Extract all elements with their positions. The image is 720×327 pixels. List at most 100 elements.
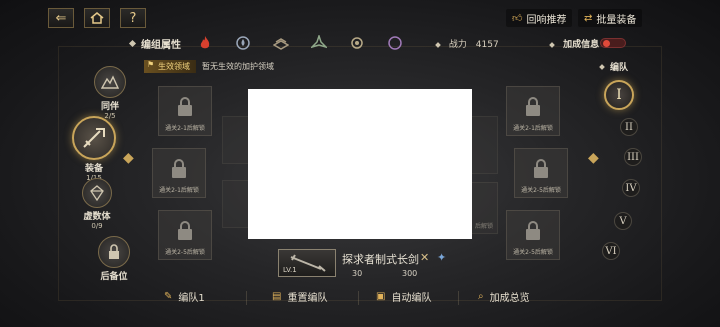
slot-unlock-text: 后解锁 [474,223,493,230]
element-bar: 编组属性 战力 4157 加成信息 [128,33,630,53]
search-icon: ⌕ [478,291,484,302]
diamond-icon [549,41,555,48]
locked-slot[interactable]: 通关2-5后解锁 [158,210,212,260]
team-button-1[interactable]: I [604,80,634,110]
divider [358,291,359,305]
power-value: 4157 [475,39,499,50]
lock-icon [526,221,540,240]
bonus-label: 加成信息 [563,39,600,50]
left-chevron-icon: ◆ [123,150,134,166]
power-display: 战力 4157 [435,37,499,50]
auto-team-button[interactable]: ▣ 自动编队 [376,289,431,304]
light-element-icon[interactable] [347,33,367,53]
team-title: 编队 [599,60,628,73]
weapon-name: 探求者制式长剑 [342,253,419,266]
weapon-stat-hp: 300 [402,269,418,278]
lock-icon [172,159,186,178]
reset-icon: ▤ [272,291,282,302]
lock-icon [526,97,540,116]
inner-slot: 后解锁 [470,182,498,234]
weapon-card[interactable]: LV.1 [278,249,336,277]
nav-companion-label: 同伴 [100,102,119,112]
dark-element-icon[interactable] [385,33,405,53]
game-screen: ⇐ ? 👍︎ 回响推荐 ⇄ 批量装备 编组属性 战力 4157 加成信息 ⚑ 生… [0,0,720,327]
back-button[interactable]: ⇐ [48,8,74,28]
divider [246,291,247,305]
help-icon: ? [129,10,137,26]
reset-team-button[interactable]: ▤ 重置编队 [272,289,327,304]
back-arrow-icon: ⇐ [55,10,67,26]
nav-imaginary-count: 0/9 [91,222,103,230]
nav-companion[interactable]: 同伴 2/5 [94,66,126,120]
team-button-4[interactable]: IV [622,179,640,197]
domain-banner: 生效领域 暂无生效的加护领域 [144,59,274,73]
power-label: 战力 [448,39,467,50]
nav-equipment[interactable]: 装备 1/15 [72,116,116,182]
team-button-2[interactable]: II [620,118,638,136]
home-button[interactable] [84,8,110,28]
fire-element-icon[interactable] [195,33,215,53]
recommend-label: 回响推荐 [526,14,567,26]
batch-equip-button[interactable]: ⇄ 批量装备 [578,9,643,27]
earth-element-icon[interactable] [271,33,291,53]
water-element-icon[interactable] [233,33,253,53]
recommend-button[interactable]: 👍︎ 回响推荐 [506,9,573,27]
nav-imaginary-label: 虚数体 [83,212,111,222]
locked-slot[interactable]: 通关2-5后解锁 [506,210,560,260]
inner-slot [470,116,498,174]
home-icon [90,12,104,24]
team-numeral: III [627,151,639,163]
team-numeral: V [619,215,627,227]
edit-team-button[interactable]: ✎ 编队1 [164,289,205,304]
lock-icon [178,221,192,240]
lock-icon [98,236,130,268]
thumbs-up-icon: 👍︎ [512,13,523,24]
team-button-3[interactable]: III [624,148,642,166]
diamond-icon [599,63,605,70]
domain-tag: 生效领域 [144,59,196,73]
star-gem-icon: ✦ [437,251,447,264]
team-numeral: IV [625,182,637,194]
bonus-info: 加成信息 [549,37,600,50]
monitor-icon: ▣ [376,291,386,302]
weapon-stat-attack: 30 [352,269,363,278]
right-chevron-icon: ◆ [588,150,599,166]
help-button[interactable]: ? [120,8,146,28]
pencil-icon: ✎ [164,291,173,302]
team-button-5[interactable]: V [614,212,632,230]
bonus-toggle[interactable] [600,38,626,48]
edit-team-label: 编队1 [178,293,205,304]
nav-reserve-label: 后备位 [100,272,128,282]
domain-text: 暂无生效的加护领域 [202,61,274,71]
slot-unlock-text: 通关2-1后解锁 [159,187,199,194]
swap-icon: ⇄ [584,12,593,24]
nav-equipment-label: 装备 [84,164,103,174]
batch-equip-label: 批量装备 [596,14,637,26]
reset-team-label: 重置编队 [287,293,328,304]
weapon-level: LV.1 [283,266,297,274]
auto-team-label: 自动编队 [391,293,432,304]
team-numeral: VI [605,245,617,257]
wind-element-icon[interactable] [309,33,329,53]
locked-slot[interactable]: 通关2-1后解锁 [152,148,206,198]
slot-unlock-text: 通关2-5后解锁 [513,249,553,256]
slot-unlock-text: 通关2-1后解锁 [165,125,205,132]
diamond-icon [128,39,137,47]
slot-unlock-text: 通关2-1后解锁 [513,125,553,132]
locked-slot[interactable]: 通关2-5后解锁 [514,148,568,198]
nav-imaginary[interactable]: 虚数体 0/9 [82,178,112,230]
element-bar-label: 编组属性 [141,39,181,51]
mountain-icon [94,66,126,98]
slot-unlock-text: 通关2-5后解锁 [521,187,561,194]
locked-slot[interactable]: 通关2-1后解锁 [506,86,560,136]
team-numeral: II [625,121,633,133]
nav-reserve[interactable]: 后备位 [98,236,130,282]
team-numeral: I [616,87,622,103]
bonus-overview-label: 加成总览 [489,293,530,304]
bonus-overview-button[interactable]: ⌕ 加成总览 [478,289,530,304]
team-button-6[interactable]: VI [602,242,620,260]
character-display-panel [248,89,472,239]
locked-slot[interactable]: 通关2-1后解锁 [158,86,212,136]
divider [458,291,459,305]
slot-unlock-text: 通关2-5后解锁 [165,249,205,256]
